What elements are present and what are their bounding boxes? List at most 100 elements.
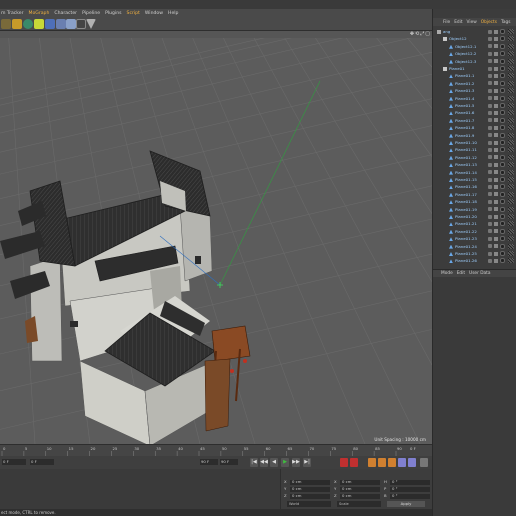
object-tree-row[interactable]: Plane01.9	[433, 132, 516, 139]
viewport-canvas[interactable]	[0, 31, 432, 444]
phong-tag-icon[interactable]	[500, 154, 505, 160]
material-tag-icon[interactable]	[508, 58, 514, 64]
phong-tag-icon[interactable]	[500, 243, 505, 249]
go-to-end-button[interactable]: ▶|	[303, 458, 311, 467]
menu-item-script[interactable]: Script	[127, 11, 140, 16]
check-icon[interactable]	[494, 207, 498, 212]
object-name[interactable]: Plane01.7	[455, 117, 474, 124]
menu-item-m-tracker[interactable]: m Tracker	[1, 11, 24, 16]
object-tree-row[interactable]: Plane01.22	[433, 228, 516, 235]
object-tree-row[interactable]: Plane01.20	[433, 213, 516, 220]
object-name[interactable]: Plane01.18	[455, 198, 477, 205]
visibility-dot-icon[interactable]	[488, 147, 492, 152]
maximize-view-icon[interactable]: ▢	[425, 32, 430, 37]
light-icon[interactable]	[86, 19, 96, 29]
visibility-dot-icon[interactable]	[488, 44, 492, 49]
object-tree-row[interactable]: Plane01.16	[433, 183, 516, 190]
phong-tag-icon[interactable]	[500, 132, 505, 138]
material-tag-icon[interactable]	[508, 191, 514, 197]
material-tag-icon[interactable]	[508, 214, 514, 219]
object-tree-row[interactable]: Plane01.15	[433, 176, 516, 183]
object-name[interactable]: Plane01.21	[455, 220, 477, 227]
visibility-dot-icon[interactable]	[488, 96, 492, 101]
object-name[interactable]: Object12.3	[455, 58, 476, 65]
visibility-dot-icon[interactable]	[488, 110, 492, 115]
object-tree-row[interactable]: Plane01.6	[433, 109, 516, 116]
material-tag-icon[interactable]	[508, 206, 514, 212]
render-region-icon[interactable]	[1, 19, 11, 29]
material-tag-icon[interactable]	[508, 236, 514, 242]
check-icon[interactable]	[494, 66, 498, 71]
visibility-dot-icon[interactable]	[488, 66, 492, 71]
check-icon[interactable]	[494, 162, 498, 167]
object-tree-row[interactable]: Object12.3	[433, 58, 516, 65]
check-icon[interactable]	[494, 36, 498, 41]
object-tree-row[interactable]: Plane01.21	[433, 220, 516, 227]
menu-item-pipeline[interactable]: Pipeline	[82, 11, 100, 16]
attributes-menu-user-data[interactable]: User Data	[469, 271, 490, 276]
visibility-dot-icon[interactable]	[488, 59, 492, 64]
visibility-dot-icon[interactable]	[488, 88, 492, 93]
object-name[interactable]: Object12.2	[455, 50, 476, 57]
object-name[interactable]: Plane01.22	[455, 228, 477, 235]
visibility-dot-icon[interactable]	[488, 162, 492, 167]
check-icon[interactable]	[494, 229, 498, 234]
apply-button[interactable]: Apply	[387, 501, 425, 507]
3d-viewport[interactable]: ✥ ⟲ ⤢ ▢ Unit Spacing : 10000 cm	[0, 31, 432, 444]
phong-tag-icon[interactable]	[500, 36, 505, 42]
check-icon[interactable]	[494, 140, 498, 145]
attributes-menu-mode[interactable]: Mode	[441, 271, 453, 276]
object-tree-row[interactable]: Plane01.3	[433, 87, 516, 94]
menu-item-mograph[interactable]: MoGraph	[29, 11, 50, 16]
check-icon[interactable]	[494, 103, 498, 108]
visibility-dot-icon[interactable]	[488, 221, 492, 226]
object-tree-row[interactable]: Plane01	[433, 65, 516, 72]
object-name[interactable]: Plane01.16	[455, 183, 477, 190]
object-name[interactable]: Plane01.12	[455, 154, 477, 161]
object-name[interactable]: Plane01.6	[455, 109, 474, 116]
check-icon[interactable]	[494, 51, 498, 56]
check-icon[interactable]	[494, 192, 498, 197]
pla-key-icon[interactable]	[408, 458, 416, 467]
object-tree-row[interactable]: Plane01.2	[433, 80, 516, 87]
autokey-icon[interactable]	[350, 458, 358, 467]
material-tag-icon[interactable]	[508, 184, 514, 190]
material-tag-icon[interactable]	[508, 221, 514, 227]
object-tree-row[interactable]: Plane01.5	[433, 102, 516, 109]
visibility-dot-icon[interactable]	[488, 229, 492, 234]
phong-tag-icon[interactable]	[500, 125, 505, 131]
go-to-start-button[interactable]: |◀	[250, 458, 258, 467]
phong-tag-icon[interactable]	[500, 95, 505, 101]
check-icon[interactable]	[494, 244, 498, 249]
visibility-dot-icon[interactable]	[488, 184, 492, 189]
object-tree-row[interactable]: Plane01.10	[433, 139, 516, 146]
object-tree-row[interactable]: ang	[433, 28, 516, 35]
visibility-dot-icon[interactable]	[488, 103, 492, 108]
object-tree-row[interactable]: Plane01.23	[433, 235, 516, 242]
object-name[interactable]: Plane01.11	[455, 146, 477, 153]
material-tag-icon[interactable]	[508, 117, 514, 123]
render-view-icon[interactable]	[12, 19, 22, 29]
array-icon[interactable]	[66, 19, 76, 29]
object-name[interactable]: Plane01.17	[455, 191, 477, 198]
visibility-dot-icon[interactable]	[488, 258, 492, 263]
visibility-dot-icon[interactable]	[488, 81, 492, 86]
object-tree-row[interactable]: Plane01.18	[433, 198, 516, 205]
visibility-dot-icon[interactable]	[488, 155, 492, 160]
objects-menu-view[interactable]: View	[467, 20, 477, 25]
object-tree-row[interactable]: Plane01.8	[433, 124, 516, 131]
phong-tag-icon[interactable]	[500, 162, 505, 168]
phong-tag-icon[interactable]	[500, 191, 505, 197]
step-forward-button[interactable]: ▶▶	[292, 458, 300, 467]
object-tree-row[interactable]: Plane01.11	[433, 146, 516, 153]
building-model[interactable]	[0, 150, 251, 444]
menu-item-help[interactable]: Help	[168, 11, 178, 16]
step-back-button[interactable]: ◀◀	[260, 458, 268, 467]
phong-tag-icon[interactable]	[500, 140, 505, 145]
coord-system-dropdown[interactable]: World	[287, 501, 331, 507]
object-tree-row[interactable]: Plane01.1	[433, 72, 516, 79]
object-tree-row[interactable]: Plane01.12	[433, 154, 516, 161]
object-name[interactable]: Plane01.2	[455, 80, 474, 87]
object-tree-row[interactable]: Plane01.19	[433, 206, 516, 213]
object-name[interactable]: Plane01.26	[455, 257, 477, 264]
